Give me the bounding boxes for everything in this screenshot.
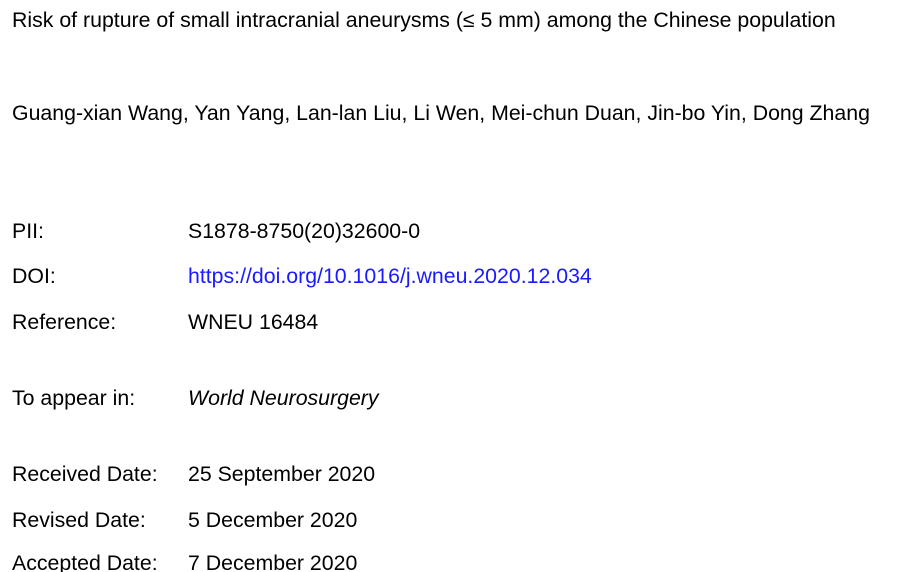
journal-name: World Neurosurgery xyxy=(188,386,379,410)
accepted-date: 7 December 2020 xyxy=(188,551,358,572)
article-title: Risk of rupture of small intracranial an… xyxy=(12,8,836,32)
doi-label: DOI: xyxy=(12,264,56,288)
reference-value: WNEU 16484 xyxy=(188,310,319,334)
revised-date: 5 December 2020 xyxy=(188,508,358,532)
reference-label: Reference: xyxy=(12,310,117,334)
pii-label: PII: xyxy=(12,219,44,243)
accepted-label: Accepted Date: xyxy=(12,551,158,572)
received-date: 25 September 2020 xyxy=(188,462,376,486)
received-label: Received Date: xyxy=(12,462,158,486)
revised-label: Revised Date: xyxy=(12,508,146,532)
pii-value: S1878-8750(20)32600-0 xyxy=(188,219,421,243)
doi-link[interactable]: https://doi.org/10.1016/j.wneu.2020.12.0… xyxy=(188,262,592,291)
appear-label: To appear in: xyxy=(12,386,136,410)
author-list: Guang-xian Wang, Yan Yang, Lan-lan Liu, … xyxy=(12,101,870,125)
